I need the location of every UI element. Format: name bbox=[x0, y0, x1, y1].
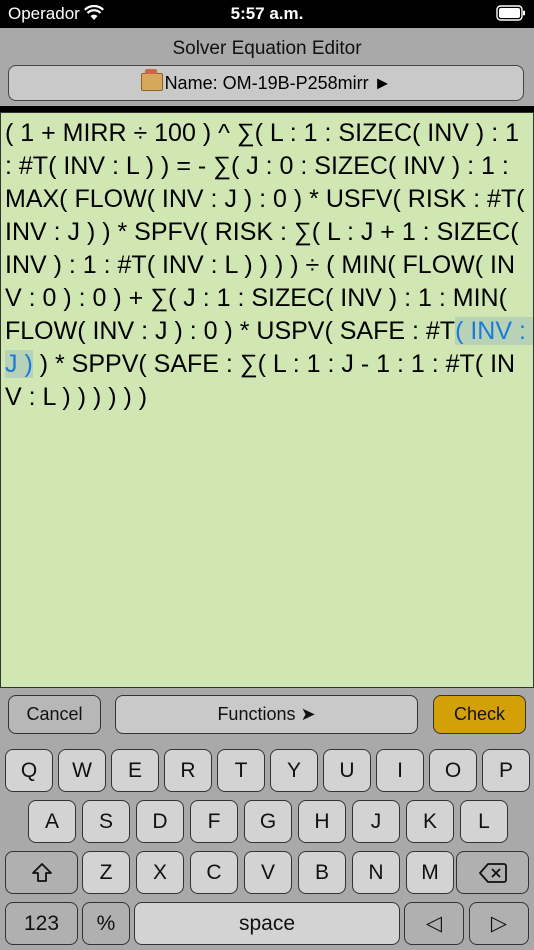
shift-key[interactable] bbox=[5, 851, 78, 894]
cursor-left-key[interactable]: ◁ bbox=[404, 902, 464, 945]
key-d[interactable]: D bbox=[136, 800, 184, 843]
status-bar: Operador 5:57 a.m. bbox=[0, 0, 534, 28]
equation-text-before: ( 1 + MIRR ÷ 100 ) ^ ∑( L : 1 : SIZEC( I… bbox=[5, 119, 532, 345]
backspace-key[interactable] bbox=[456, 851, 529, 894]
key-x[interactable]: X bbox=[136, 851, 184, 894]
box-icon bbox=[140, 69, 163, 91]
equation-editor[interactable]: ( 1 + MIRR ÷ 100 ) ^ ∑( L : 1 : SIZEC( I… bbox=[0, 112, 534, 688]
key-u[interactable]: U bbox=[323, 749, 371, 792]
key-w[interactable]: W bbox=[58, 749, 106, 792]
key-l[interactable]: L bbox=[460, 800, 508, 843]
key-k[interactable]: K bbox=[406, 800, 454, 843]
key-t[interactable]: T bbox=[217, 749, 265, 792]
key-b[interactable]: B bbox=[298, 851, 346, 894]
page-title: Solver Equation Editor bbox=[172, 38, 362, 59]
keyboard: Q W E R T Y U I O P A S D F G H J K L Z … bbox=[0, 742, 534, 950]
space-key[interactable]: space bbox=[134, 902, 400, 945]
key-q[interactable]: Q bbox=[5, 749, 53, 792]
numbers-key[interactable]: 123 bbox=[5, 902, 78, 945]
key-e[interactable]: E bbox=[111, 749, 159, 792]
key-h[interactable]: H bbox=[298, 800, 346, 843]
cursor-right-key[interactable]: ▷ bbox=[469, 902, 529, 945]
key-a[interactable]: A bbox=[28, 800, 76, 843]
shift-icon bbox=[31, 863, 52, 883]
equation-text[interactable]: ( 1 + MIRR ÷ 100 ) ^ ∑( L : 1 : SIZEC( I… bbox=[5, 117, 533, 414]
functions-button[interactable]: Functions ➤ bbox=[115, 695, 418, 734]
cancel-button[interactable]: Cancel bbox=[8, 695, 101, 734]
equation-name-button[interactable]: Name: OM-19B-P258mirr ► bbox=[8, 65, 524, 101]
key-m[interactable]: M bbox=[406, 851, 454, 894]
key-g[interactable]: G bbox=[244, 800, 292, 843]
key-s[interactable]: S bbox=[82, 800, 130, 843]
key-c[interactable]: C bbox=[190, 851, 238, 894]
key-v[interactable]: V bbox=[244, 851, 292, 894]
backspace-icon bbox=[478, 863, 507, 884]
key-y[interactable]: Y bbox=[270, 749, 318, 792]
editor-toolbar: Cancel Functions ➤ Check bbox=[0, 688, 534, 742]
key-f[interactable]: F bbox=[190, 800, 238, 843]
key-i[interactable]: I bbox=[376, 749, 424, 792]
equation-text-after: ) * SPPV( SAFE : ∑( L : 1 : J - 1 : 1 : … bbox=[5, 350, 516, 411]
key-z[interactable]: Z bbox=[82, 851, 130, 894]
check-button[interactable]: Check bbox=[433, 695, 526, 734]
battery-icon bbox=[496, 5, 526, 26]
key-j[interactable]: J bbox=[352, 800, 400, 843]
key-p[interactable]: P bbox=[482, 749, 530, 792]
key-o[interactable]: O bbox=[429, 749, 477, 792]
percent-key[interactable]: % bbox=[82, 902, 130, 945]
clock: 5:57 a.m. bbox=[230, 4, 304, 23]
key-n[interactable]: N bbox=[352, 851, 400, 894]
equation-name-label: Name: OM-19B-P258mirr ► bbox=[164, 73, 392, 93]
editor-header: Solver Equation Editor Name: OM-19B-P258… bbox=[0, 28, 534, 106]
key-r[interactable]: R bbox=[164, 749, 212, 792]
